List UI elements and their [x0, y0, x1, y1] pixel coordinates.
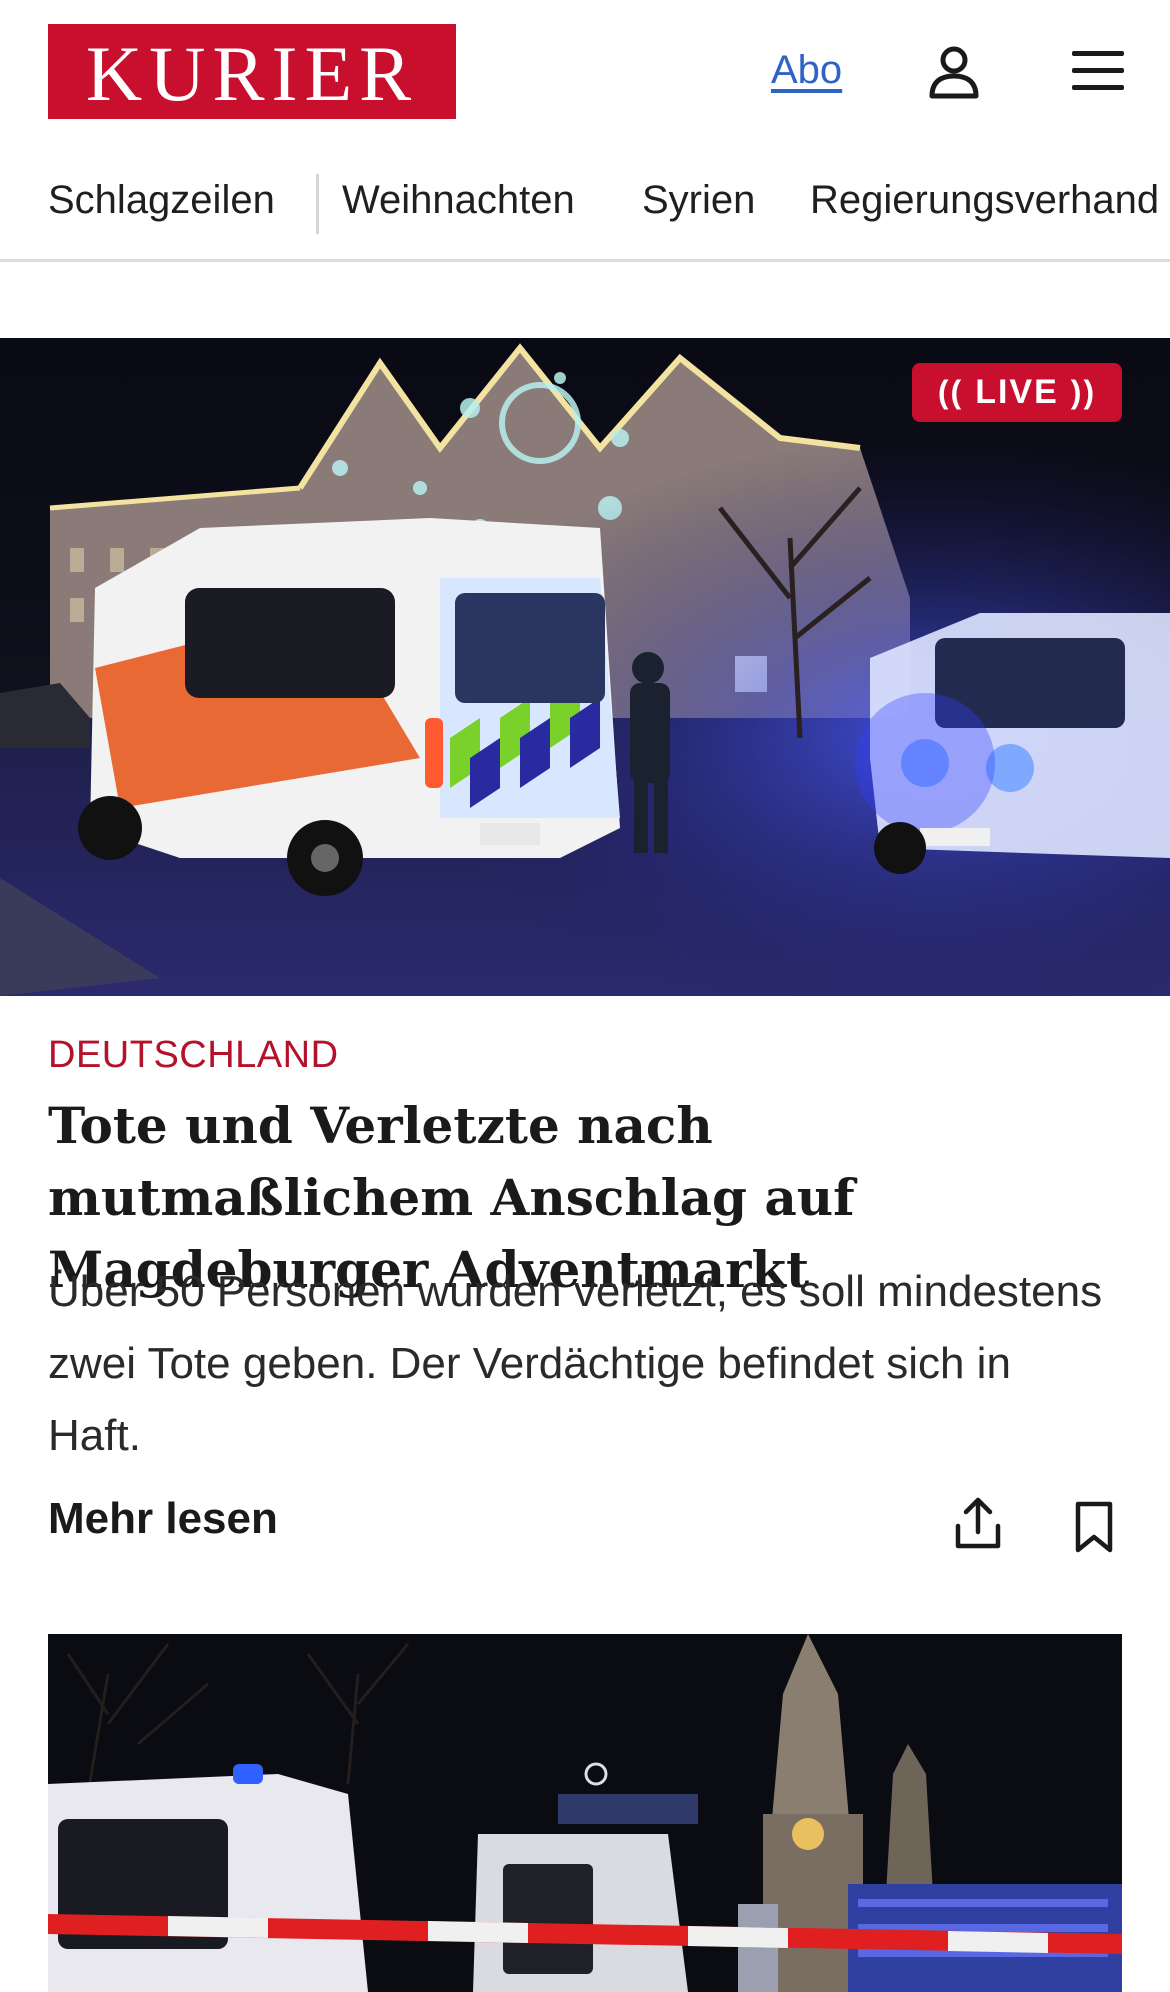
- nav-item-weihnachten[interactable]: Weihnachten: [342, 178, 575, 223]
- article-teaser[interactable]: Über 50 Personen wurden verletzt, es sol…: [48, 1256, 1108, 1472]
- site-header: KURIER Abo: [0, 0, 1170, 145]
- live-right-waves-icon: )): [1070, 374, 1097, 410]
- kurier-logo[interactable]: KURIER: [48, 24, 456, 119]
- topic-nav: Schlagzeilen Weihnachten Syrien Regierun…: [0, 162, 1170, 262]
- article-kicker[interactable]: DEUTSCHLAND: [48, 1034, 339, 1077]
- bookmark-icon[interactable]: [1072, 1500, 1116, 1554]
- hero-image[interactable]: [0, 338, 1170, 996]
- nav-item-regierungsverhandlungen[interactable]: Regierungsverhand: [810, 178, 1159, 223]
- live-badge: (( LIVE )): [912, 363, 1122, 422]
- second-article-image[interactable]: [48, 1634, 1122, 1992]
- nav-item-syrien[interactable]: Syrien: [642, 178, 755, 223]
- share-icon[interactable]: [952, 1496, 1004, 1552]
- live-label: LIVE: [975, 373, 1059, 411]
- menu-icon[interactable]: [1072, 48, 1124, 94]
- nav-item-schlagzeilen[interactable]: Schlagzeilen: [48, 178, 275, 223]
- nav-divider: [316, 174, 319, 234]
- abo-link[interactable]: Abo: [771, 48, 842, 93]
- user-icon[interactable]: [928, 45, 980, 99]
- read-more-link[interactable]: Mehr lesen: [48, 1494, 278, 1544]
- live-left-waves-icon: ((: [937, 374, 964, 410]
